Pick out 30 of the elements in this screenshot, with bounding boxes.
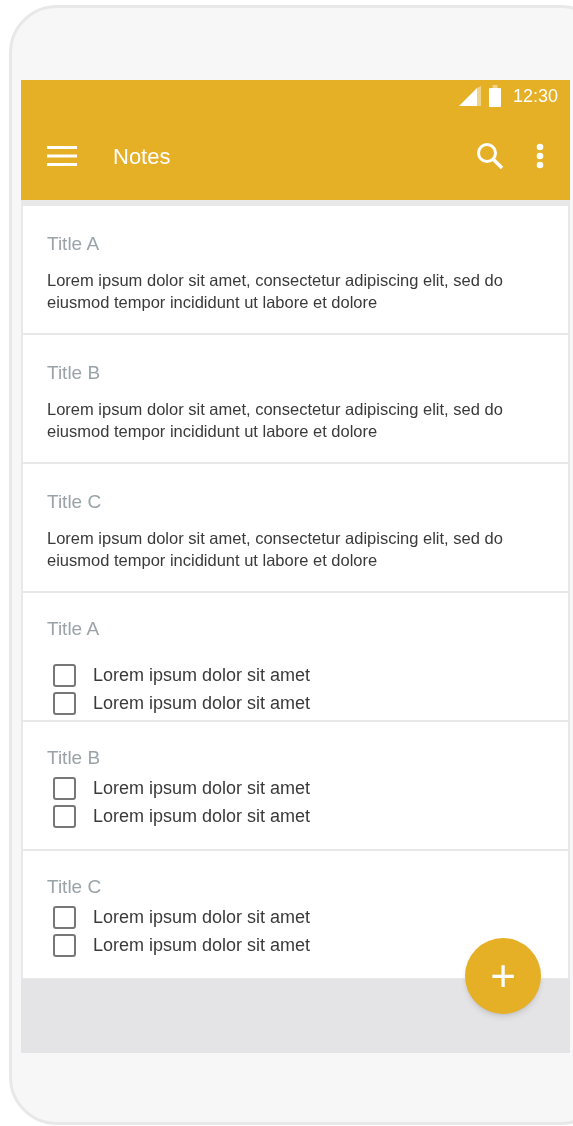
- checkbox[interactable]: [53, 777, 76, 800]
- note-title: Title A: [47, 232, 100, 256]
- note-title: Title B: [47, 746, 101, 770]
- checklist-item: Lorem ipsum dolor sit amet: [93, 906, 311, 929]
- app-title: Notes: [113, 142, 171, 171]
- checkbox[interactable]: [53, 692, 76, 715]
- note-title: Title A: [47, 617, 100, 641]
- checkbox[interactable]: [53, 664, 76, 687]
- note-title: Title C: [47, 875, 102, 899]
- note-card[interactable]: Title A Lorem ipsum dolor sit amet, consectetur adipiscing elit, sed do eiusmod tempor incididunt ut labore et dolore: [23, 206, 568, 333]
- signal-icon: [458, 86, 481, 106]
- note-title: Title C: [47, 490, 102, 514]
- status-time: 12:30: [512, 84, 558, 108]
- note-card[interactable]: Title C Lorem ipsum dolor sit amet, consectetur adipiscing elit, sed do eiusmod tempor incididunt ut labore et dolore: [23, 464, 568, 591]
- checkbox[interactable]: [53, 934, 76, 957]
- checklist-item: Lorem ipsum dolor sit amet: [93, 805, 311, 828]
- checklist-item: Lorem ipsum dolor sit amet: [93, 777, 311, 800]
- checklist-item: Lorem ipsum dolor sit amet: [93, 692, 311, 715]
- note-card[interactable]: Title B Lorem ipsum dolor sit amet, consectetur adipiscing elit, sed do eiusmod tempor incididunt ut labore et dolore: [23, 335, 568, 462]
- note-title: Title B: [47, 361, 101, 385]
- note-body: Lorem ipsum dolor sit amet, consectetur adipiscing elit, sed do eiusmod tempor incididunt ut labore et dolore: [47, 398, 504, 442]
- checklist-item: Lorem ipsum dolor sit amet: [93, 664, 311, 687]
- note-card[interactable]: Title B Lorem ipsum dolor sit amet Lorem ipsum dolor sit amet: [23, 722, 568, 849]
- battery-icon: [488, 85, 501, 107]
- note-body: Lorem ipsum dolor sit amet, consectetur adipiscing elit, sed do eiusmod tempor incididunt ut labore et dolore: [47, 269, 504, 313]
- checklist-item: Lorem ipsum dolor sit amet: [93, 934, 311, 957]
- checkbox[interactable]: [53, 805, 76, 828]
- checkbox[interactable]: [53, 906, 76, 929]
- note-card[interactable]: Title A Lorem ipsum dolor sit amet Lorem ipsum dolor sit amet: [23, 593, 568, 720]
- note-body: Lorem ipsum dolor sit amet, consectetur adipiscing elit, sed do eiusmod tempor incididunt ut labore et dolore: [47, 527, 504, 571]
